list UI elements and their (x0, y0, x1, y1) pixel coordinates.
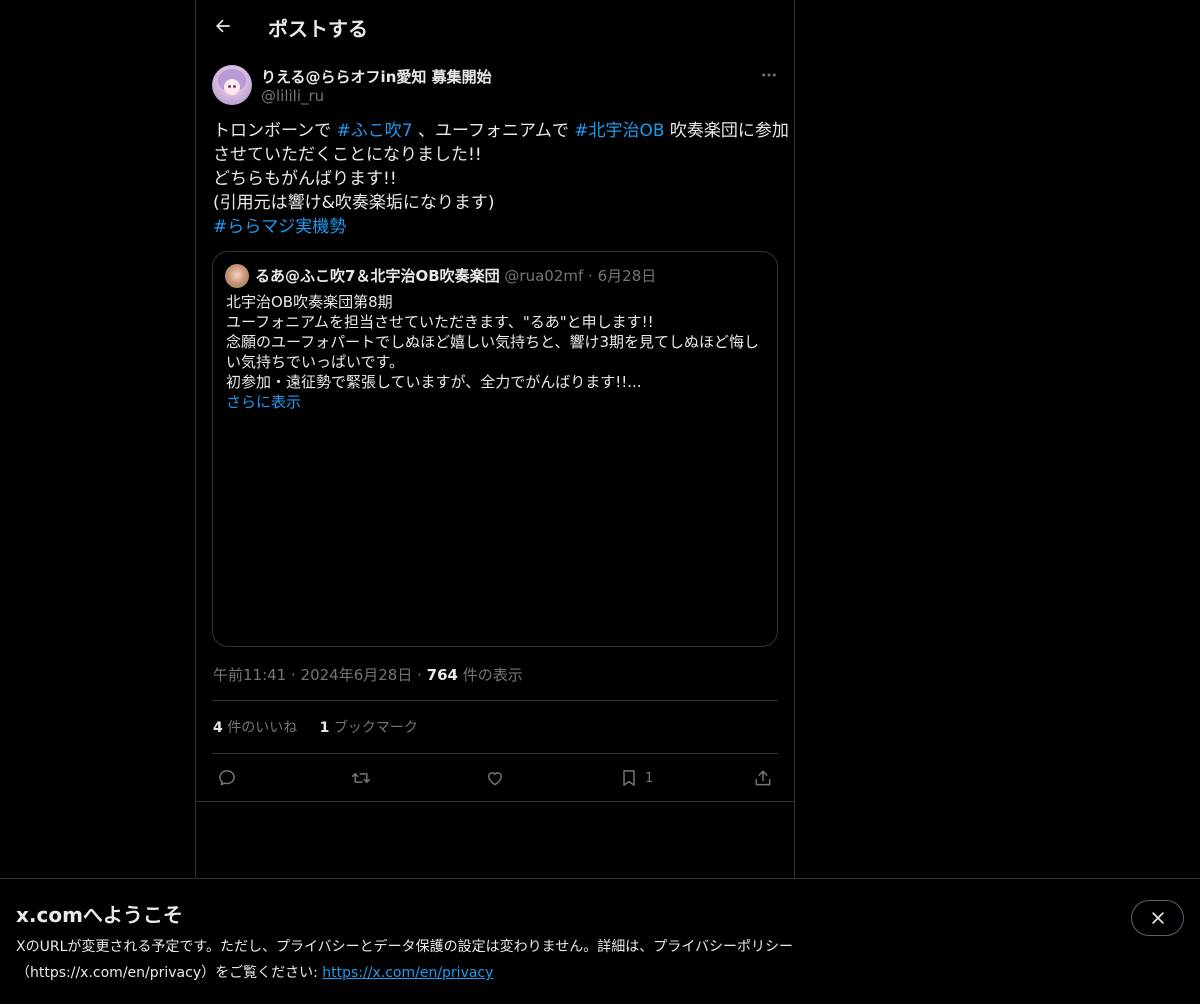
post-stats: 4 件のいいね 1 ブックマーク (213, 717, 436, 737)
close-icon (1151, 912, 1164, 924)
bookmark-count: 1 (645, 770, 654, 786)
reply-button[interactable] (217, 763, 237, 793)
bookmark-icon (623, 770, 635, 786)
post-text-segment: 吹奏楽団に参加 (664, 121, 789, 141)
header: ポストする (196, 0, 794, 53)
quoted-post[interactable]: るあ@ふこ吹7＆北宇治OB吹奏楽団 @rua02mf · 6月28日 北宇治OB… (212, 251, 778, 647)
view-count-label: 件の表示 (457, 666, 523, 684)
hashtag-link[interactable]: #ららマジ実機勢 (213, 215, 783, 239)
separator-dot: · (286, 666, 301, 684)
hashtag-link[interactable]: #ふこ吹7 (337, 121, 413, 141)
back-arrow-icon (216, 19, 230, 33)
bookmarks-label: ブックマーク (329, 720, 418, 736)
banner-title: x.comへようこそ (16, 903, 183, 927)
quoted-text-line: 初参加・遠征勢で緊張していますが、全力でがんばります!!... (226, 373, 642, 391)
quoted-post-date: 6月28日 (597, 267, 657, 285)
post-text: トロンボーンで #ふこ吹7 、ユーフォニアムで #北宇治OB 吹奏楽団に参加 さ… (213, 119, 789, 239)
share-icon (755, 770, 771, 786)
likes-count: 4 (213, 720, 223, 736)
post-text-line: させていただくことになりました!! (213, 145, 482, 165)
quoted-author-handle: @rua02mf (504, 267, 584, 285)
quoted-text-line: ユーフォニアムを担当させていただきます、"るあ"と申します!! (226, 313, 654, 331)
quoted-author-name: るあ@ふこ吹7＆北宇治OB吹奏楽団 (255, 267, 500, 285)
share-button[interactable] (753, 763, 773, 793)
post-time[interactable]: 午前11:41 (213, 666, 286, 684)
author-avatar[interactable] (212, 65, 252, 105)
post-meta: 午前11:41 · 2024年6月28日 · 764 件の表示 (213, 664, 523, 685)
bookmarks-stat[interactable]: 1 ブックマーク (320, 720, 418, 736)
privacy-link[interactable]: https://x.com/en/privacy (322, 965, 493, 981)
more-icon (762, 73, 776, 77)
post-text-line: どちらもがんばります!! (213, 169, 397, 189)
show-more-link[interactable]: さらに表示 (226, 392, 766, 412)
post-text-line: (引用元は響け&吹奏楽垢になります) (213, 193, 495, 213)
post-text-segment: トロンボーンで (213, 121, 337, 141)
separator-dot: · (588, 267, 593, 285)
page-title: ポストする (268, 17, 368, 41)
likes-stat[interactable]: 4 件のいいね (213, 720, 297, 736)
separator-dot: · (412, 666, 427, 684)
action-bar: 1 (196, 763, 794, 793)
post-date[interactable]: 2024年6月28日 (301, 666, 413, 684)
quoted-post-header: るあ@ふこ吹7＆北宇治OB吹奏楽団 @rua02mf · 6月28日 (255, 265, 656, 286)
author-handle[interactable]: @lilili_ru (261, 87, 324, 105)
welcome-banner: x.comへようこそ XのURLが変更される予定です。ただし、プライバシーとデー… (0, 878, 1200, 1004)
divider (212, 700, 778, 701)
view-count: 764 (426, 666, 458, 684)
bookmark-button[interactable]: 1 (619, 763, 653, 793)
quoted-text-line: 念願のユーフォパートでしぬほど嬉しい気持ちと、響け3期を見てしぬほど悔し (226, 333, 760, 351)
quoted-text-line: 北宇治OB吹奏楽団第8期 (226, 293, 393, 311)
like-icon (488, 772, 502, 786)
quoted-post-text: 北宇治OB吹奏楽団第8期 ユーフォニアムを担当させていただきます、"るあ"と申し… (226, 292, 766, 412)
divider (212, 753, 778, 754)
banner-text: XのURLが変更される予定です。ただし、プライバシーとデータ保護の設定は変わりま… (16, 934, 886, 986)
likes-label: 件のいいね (222, 720, 298, 736)
reply-icon (219, 770, 235, 786)
retweet-icon (351, 773, 371, 783)
quoted-text-line: い気持ちでいっぱいです。 (226, 353, 405, 371)
more-button[interactable] (754, 64, 784, 86)
post-text-segment: 、ユーフォニアムで (412, 121, 575, 141)
retweet-button[interactable] (351, 763, 371, 793)
hashtag-link[interactable]: #北宇治OB (574, 121, 664, 141)
close-banner-button[interactable] (1131, 900, 1184, 936)
bookmarks-count: 1 (319, 720, 330, 736)
quoted-author-avatar (225, 264, 249, 288)
author-name[interactable]: りえる@ららオフin愛知 募集開始 (261, 66, 492, 87)
divider (196, 801, 794, 802)
back-button[interactable] (206, 9, 240, 43)
like-button[interactable] (485, 763, 505, 793)
main-column: ポストする りえる@ららオフin愛知 募集開始 @lilili_ru トロンボー… (195, 0, 795, 1003)
